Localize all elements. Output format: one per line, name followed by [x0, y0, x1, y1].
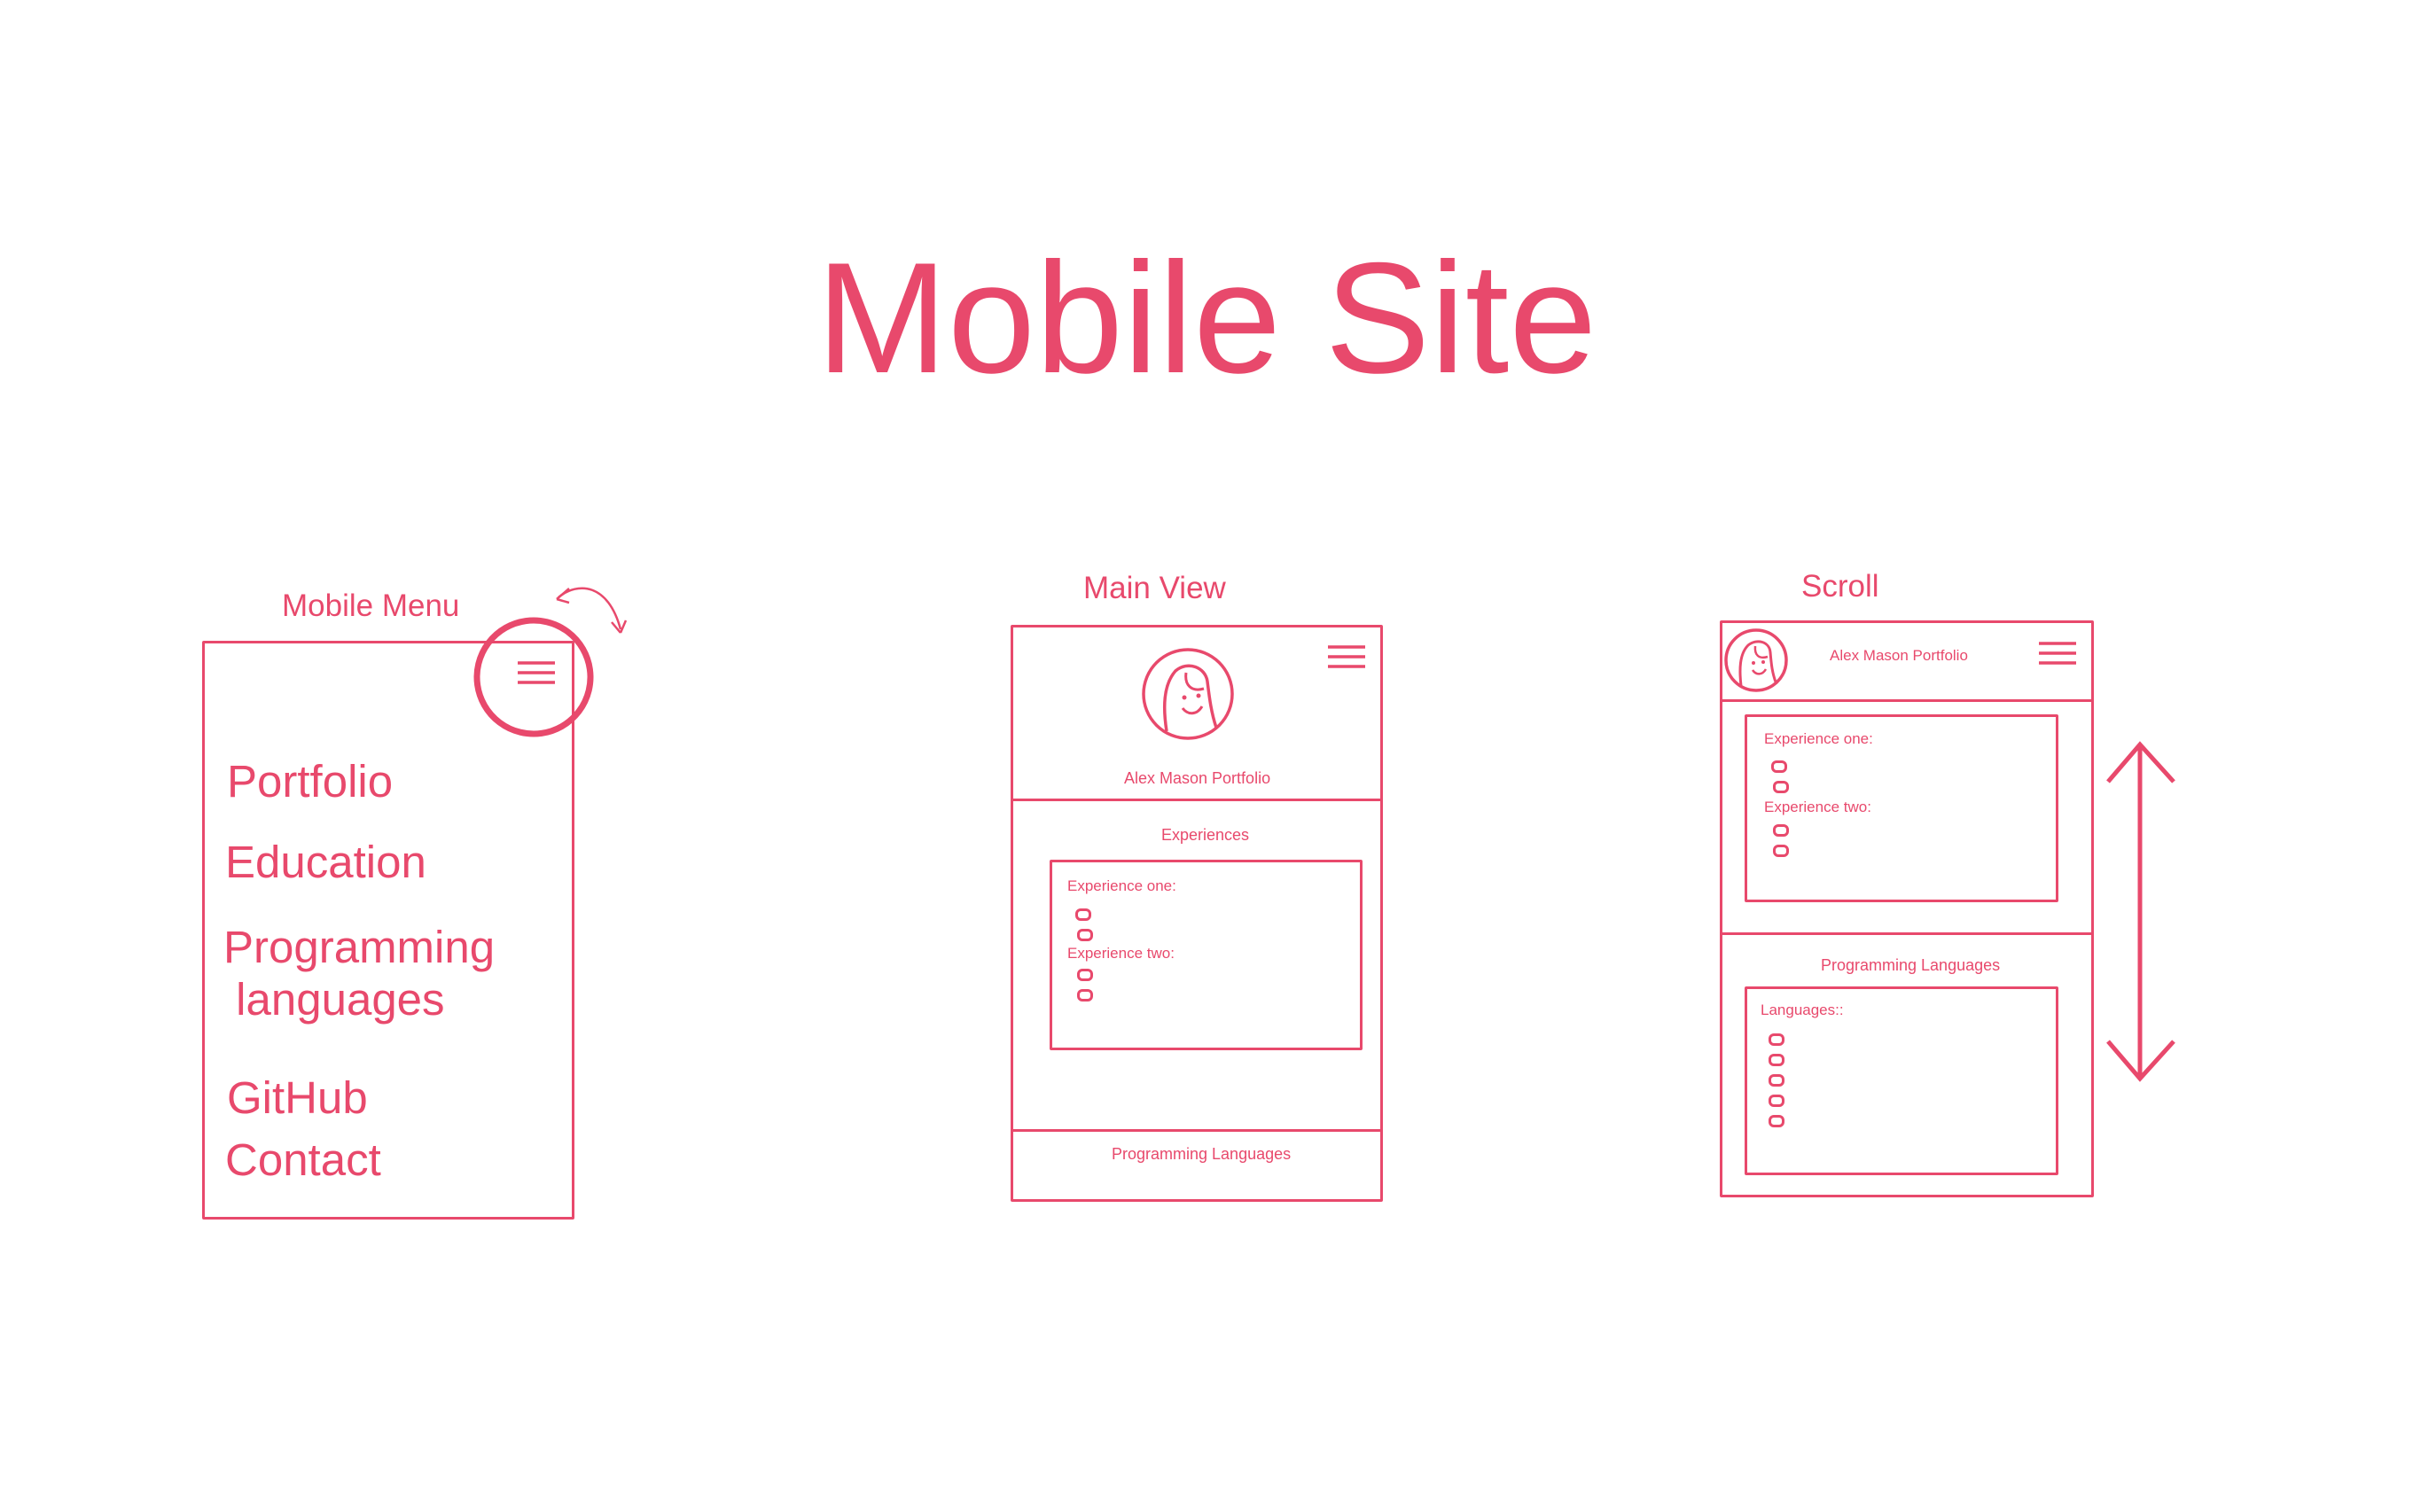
bullet-dot	[1077, 969, 1093, 981]
bullet-dot	[1077, 989, 1093, 1002]
experience-two-label: Experience two:	[1067, 945, 1175, 962]
divider	[1720, 932, 2094, 935]
hamburger-icon[interactable]	[516, 659, 558, 690]
bullet-dot	[1769, 1074, 1784, 1087]
menu-item-github[interactable]: GitHub	[227, 1072, 368, 1125]
programming-languages-heading: Programming Languages	[1821, 956, 2001, 974]
portfolio-name: Alex Mason Portfolio	[1124, 769, 1271, 787]
bullet-dot	[1769, 1095, 1784, 1107]
bullet-dot	[1769, 1033, 1784, 1046]
bullet-dot	[1773, 845, 1789, 857]
main-view-label: Main View	[1083, 571, 1226, 605]
menu-item-contact[interactable]: Contact	[225, 1134, 381, 1187]
bullet-dot	[1077, 929, 1093, 941]
menu-item-portfolio[interactable]: Portfolio	[227, 756, 393, 808]
page-title: Mobile Site	[816, 230, 1597, 406]
experience-two-label: Experience two:	[1764, 799, 1871, 815]
languages-label: Languages::	[1761, 1002, 1844, 1018]
experiences-heading: Experiences	[1161, 826, 1250, 844]
vertical-double-arrow-icon	[2106, 741, 2175, 1082]
avatar-face-icon	[1724, 628, 1788, 692]
divider	[1720, 699, 2094, 702]
scroll-view-label: Scroll	[1801, 569, 1879, 604]
avatar-face-icon	[1142, 648, 1234, 740]
menu-item-education[interactable]: Education	[225, 837, 426, 889]
divider	[1011, 799, 1383, 801]
portfolio-name: Alex Mason Portfolio	[1830, 647, 1968, 664]
experience-one-label: Experience one:	[1764, 730, 1873, 747]
bullet-dot	[1769, 1115, 1784, 1127]
rotate-arrow-icon	[556, 587, 628, 634]
bullet-dot	[1769, 1054, 1784, 1066]
mobile-menu-label: Mobile Menu	[282, 588, 460, 623]
bullet-dot	[1773, 781, 1789, 793]
hamburger-icon[interactable]	[1326, 643, 1369, 674]
bullet-dot	[1075, 908, 1091, 921]
hamburger-icon[interactable]	[2037, 640, 2080, 670]
programming-languages-heading: Programming Languages	[1112, 1145, 1292, 1163]
menu-item-programming-languages[interactable]: Programming languages	[223, 922, 495, 1025]
bullet-dot	[1771, 760, 1787, 773]
divider	[1011, 1129, 1383, 1132]
experience-one-label: Experience one:	[1067, 877, 1176, 894]
bullet-dot	[1773, 824, 1789, 837]
